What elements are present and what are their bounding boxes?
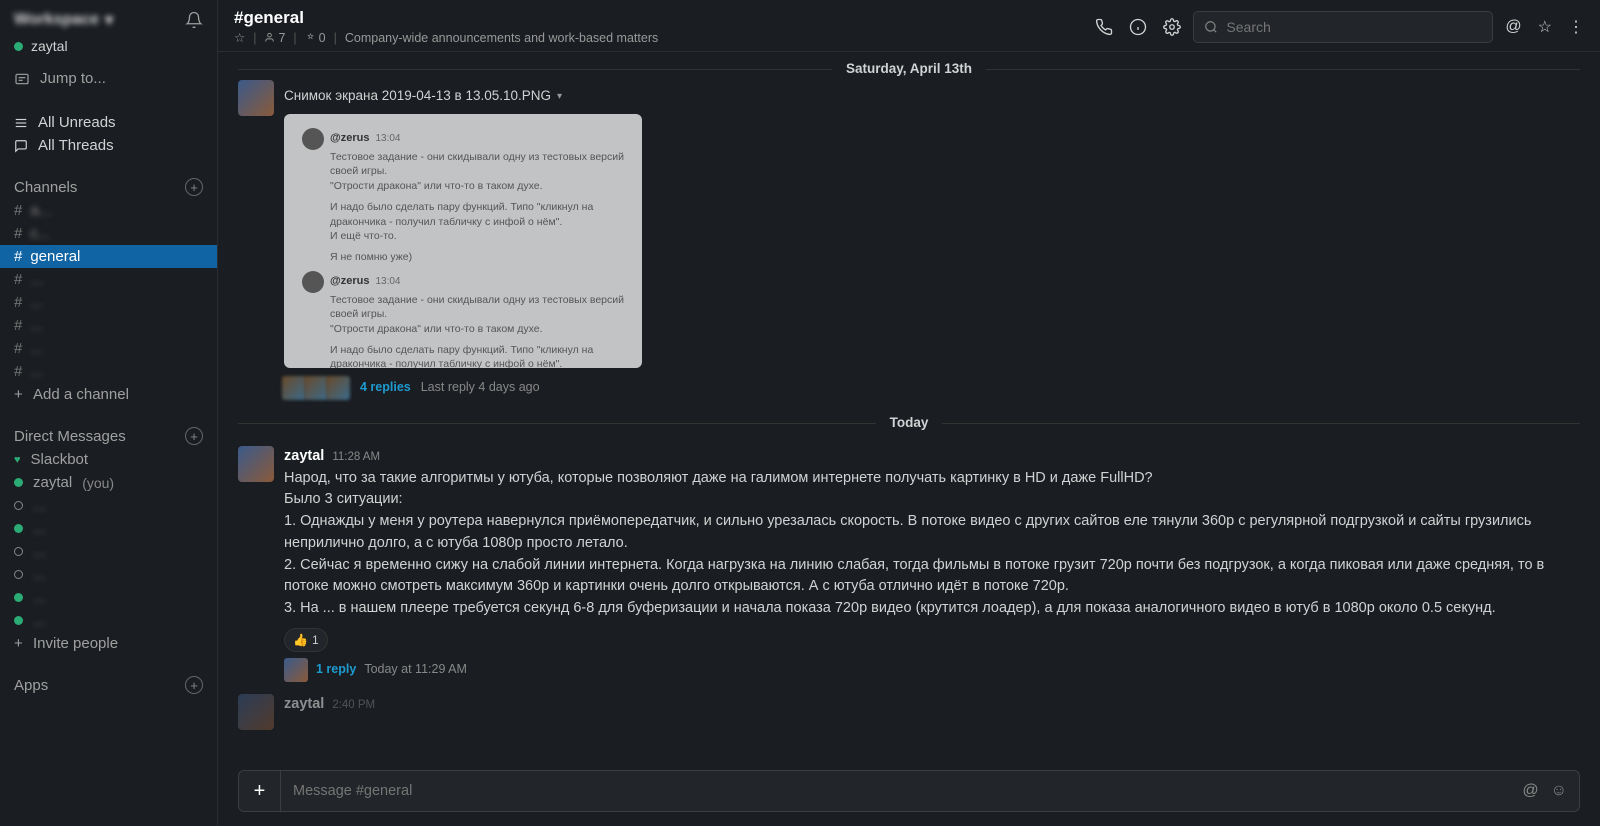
presence-dot: [14, 501, 23, 510]
dm-self[interactable]: zaytal (you): [0, 471, 217, 494]
emoji-icon[interactable]: ☺: [1551, 782, 1567, 800]
message-author[interactable]: zaytal: [284, 446, 324, 468]
search-icon: [1204, 20, 1218, 34]
more-icon[interactable]: ⋮: [1568, 17, 1584, 37]
date-divider: Today: [218, 406, 1600, 440]
attach-button[interactable]: +: [239, 770, 281, 812]
channel-topic[interactable]: Company-wide announcements and work-base…: [345, 31, 658, 45]
message-author[interactable]: zaytal: [284, 694, 324, 716]
message-composer[interactable]: + @ ☺: [238, 770, 1580, 812]
all-threads[interactable]: All Threads: [0, 134, 217, 157]
dm-item[interactable]: ...: [0, 586, 217, 609]
search-input[interactable]: [1193, 11, 1493, 43]
add-dm-icon[interactable]: +: [185, 427, 203, 445]
workspace-name[interactable]: Workspace ▾: [14, 10, 113, 30]
thread-summary[interactable]: 1 reply Today at 11:29 AM: [284, 658, 1580, 682]
message-time: 11:28 AM: [332, 449, 380, 466]
channel-item[interactable]: #a...: [0, 199, 217, 222]
star-icon[interactable]: ☆: [1538, 17, 1552, 37]
dm-slackbot[interactable]: ♥Slackbot: [0, 448, 217, 471]
presence-dot: [14, 524, 23, 533]
dm-header[interactable]: Direct Messages +: [0, 424, 217, 448]
channel-item-general[interactable]: #general: [0, 245, 217, 268]
dm-item[interactable]: ...: [0, 540, 217, 563]
channel-item[interactable]: #...: [0, 314, 217, 337]
gear-icon[interactable]: [1163, 18, 1181, 36]
message: zaytal 2:40 PM: [218, 688, 1600, 730]
presence-dot: [14, 593, 23, 602]
current-user[interactable]: zaytal: [0, 36, 217, 64]
bell-icon[interactable]: [185, 11, 203, 29]
channel-item[interactable]: #...: [0, 337, 217, 360]
channel-item[interactable]: #...: [0, 291, 217, 314]
message-text: Народ, что за такие алгоритмы у ютуба, к…: [284, 468, 1580, 620]
channels-header[interactable]: Channels +: [0, 175, 217, 199]
image-preview[interactable]: @zerus13:04 Тестовое задание - они скиды…: [284, 114, 642, 368]
apps-header[interactable]: Apps +: [0, 673, 217, 697]
add-channel[interactable]: +Add a channel: [0, 383, 217, 406]
channel-item[interactable]: #...: [0, 360, 217, 383]
add-app-icon[interactable]: +: [185, 676, 203, 694]
message: zaytal 11:28 AM Народ, что за такие алго…: [218, 440, 1600, 688]
message-input[interactable]: [281, 783, 1522, 799]
presence-dot: [14, 478, 23, 487]
avatar[interactable]: [238, 694, 274, 730]
info-icon[interactable]: [1129, 18, 1147, 36]
member-count[interactable]: 7: [264, 31, 285, 45]
jump-to[interactable]: Jump to...: [0, 64, 217, 93]
mentions-icon[interactable]: @: [1505, 18, 1521, 36]
all-unreads[interactable]: All Unreads: [0, 111, 217, 134]
presence-dot: [14, 547, 23, 556]
presence-dot: [14, 570, 23, 579]
message-time: 2:40 PM: [332, 697, 375, 714]
file-attachment[interactable]: Снимок экрана 2019-04-13 в 13.05.10.PNG …: [284, 86, 562, 106]
thread-summary[interactable]: 4 replies Last reply 4 days ago: [284, 376, 1580, 400]
presence-dot: [14, 616, 23, 625]
heart-icon: ♥: [14, 454, 21, 466]
dm-item[interactable]: ...: [0, 517, 217, 540]
dm-item[interactable]: ...: [0, 563, 217, 586]
pin-count[interactable]: 0: [305, 31, 326, 45]
chevron-down-icon: ▾: [105, 10, 113, 30]
reaction[interactable]: 👍1: [284, 628, 328, 652]
chevron-down-icon: ▾: [557, 89, 562, 104]
message: Снимок экрана 2019-04-13 в 13.05.10.PNG …: [218, 86, 1600, 406]
dm-item[interactable]: ...: [0, 494, 217, 517]
avatar[interactable]: [238, 446, 274, 482]
presence-dot: [14, 42, 23, 51]
channel-title: #general: [234, 8, 1083, 28]
avatar: [284, 658, 308, 682]
channel-item[interactable]: #c...: [0, 222, 217, 245]
dm-item[interactable]: ...: [0, 609, 217, 632]
phone-icon[interactable]: [1095, 18, 1113, 36]
mentions-icon[interactable]: @: [1522, 782, 1538, 800]
date-divider: Saturday, April 13th: [218, 52, 1600, 86]
channel-item[interactable]: #...: [0, 268, 217, 291]
star-icon[interactable]: ☆: [234, 30, 245, 45]
add-channel-icon[interactable]: +: [185, 178, 203, 196]
invite-people[interactable]: +Invite people: [0, 632, 217, 655]
